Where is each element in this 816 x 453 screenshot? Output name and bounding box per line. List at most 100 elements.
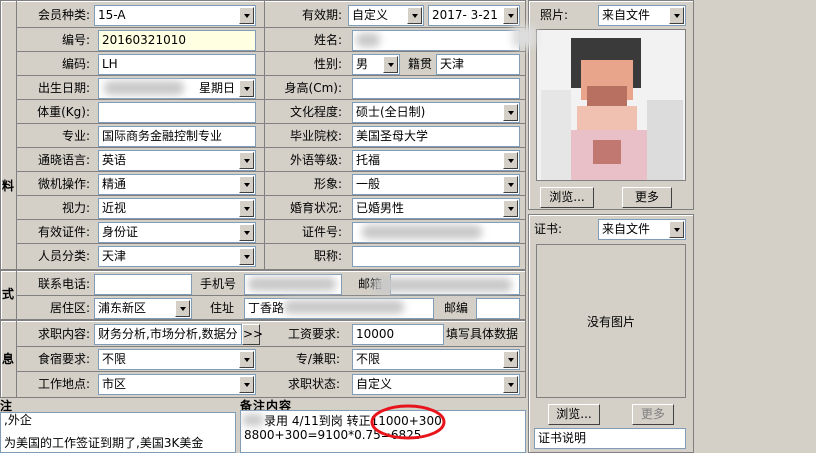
cert-select[interactable]: 身份证: [98, 222, 256, 243]
validity-date-picker[interactable]: 2017- 3-21: [428, 5, 520, 26]
computer-select[interactable]: 精通: [98, 174, 256, 195]
certificate-image: 没有图片: [536, 244, 686, 398]
chevron-down-icon[interactable]: [669, 7, 684, 24]
cert-label: 有效证件:: [37, 225, 90, 239]
address-label: 住址: [210, 301, 235, 315]
location-select[interactable]: 市区: [98, 374, 256, 395]
chevron-down-icon[interactable]: [503, 176, 518, 193]
fulltime-select[interactable]: 不限: [352, 349, 520, 370]
chevron-down-icon[interactable]: [669, 221, 684, 238]
area-label: 居住区:: [49, 301, 90, 315]
chevron-down-icon[interactable]: [239, 7, 254, 24]
category-label: 人员分类:: [37, 249, 90, 263]
name-label: 姓名:: [313, 33, 342, 47]
redacted-blur: [242, 414, 264, 426]
photo-source-select[interactable]: 来自文件: [598, 5, 686, 26]
gender-select[interactable]: 男: [352, 54, 400, 75]
location-label: 工作地点:: [37, 377, 90, 391]
redacted-blur: [512, 26, 536, 48]
appearance-select[interactable]: 一般: [352, 174, 520, 195]
chevron-down-icon[interactable]: [175, 300, 190, 317]
postcode-field[interactable]: [476, 298, 520, 319]
row-sep: [16, 243, 526, 244]
native-field[interactable]: 天津: [436, 54, 520, 75]
chevron-down-icon[interactable]: [407, 7, 422, 24]
redacted-blur: [362, 225, 482, 239]
major-field[interactable]: 国际商务金融控制专业: [98, 126, 256, 147]
vision-select[interactable]: 近视: [98, 198, 256, 219]
certificate-more-button[interactable]: 更多: [632, 404, 674, 425]
certificate-label: 证书:: [534, 222, 563, 236]
validity-type-select[interactable]: 自定义: [348, 5, 424, 26]
section-char-info: 料: [2, 179, 15, 193]
middle-divider: [264, 0, 265, 270]
salary-label: 工资要求:: [287, 327, 340, 341]
chevron-down-icon[interactable]: [503, 376, 518, 393]
redacted-blur: [248, 277, 336, 291]
weight-field[interactable]: [98, 102, 256, 123]
title-field[interactable]: [352, 246, 520, 267]
phone-field[interactable]: [94, 274, 192, 295]
chevron-down-icon[interactable]: [383, 56, 398, 73]
title-label: 职称:: [313, 249, 342, 263]
chevron-down-icon[interactable]: [503, 7, 518, 24]
salary-field[interactable]: 10000: [352, 324, 444, 345]
photo-more-button[interactable]: 更多: [622, 187, 672, 208]
notes-line: ,外企: [4, 413, 32, 427]
status-label: 求职状态:: [287, 377, 340, 391]
notes-line: 为美国的工作签证到期了,美国3K美金: [4, 436, 204, 450]
photo-browse-button[interactable]: 浏览...: [540, 187, 594, 208]
chevron-down-icon[interactable]: [239, 200, 254, 217]
language-label: 通晓语言:: [37, 153, 90, 167]
row-sep: [16, 123, 526, 124]
notes-textarea[interactable]: ,外企 为美国的工作签证到期了,美国3K美金: [0, 412, 236, 453]
certificate-desc-field[interactable]: 证书说明: [534, 428, 686, 449]
status-select[interactable]: 自定义: [352, 374, 520, 395]
code-field[interactable]: LH: [98, 54, 256, 75]
fulltime-label: 专/兼职:: [295, 352, 340, 366]
chevron-down-icon[interactable]: [239, 152, 254, 169]
chevron-down-icon[interactable]: [239, 80, 254, 97]
phone-label: 联系电话:: [37, 277, 90, 291]
id-field[interactable]: 20160321010: [98, 30, 256, 51]
school-label: 毕业院校:: [289, 129, 342, 143]
row-sep: [16, 295, 526, 296]
redacted-blur: [284, 300, 404, 314]
category-select[interactable]: 天津: [98, 246, 256, 267]
section-char-job: 息: [2, 352, 15, 366]
certificate-source-select[interactable]: 来自文件: [598, 219, 686, 240]
area-select[interactable]: 浦东新区: [94, 298, 192, 319]
chevron-down-icon[interactable]: [239, 176, 254, 193]
left-divider: [16, 0, 17, 398]
chevron-down-icon[interactable]: [503, 200, 518, 217]
height-label: 身高(Cm):: [284, 81, 342, 95]
language-select[interactable]: 英语: [98, 150, 256, 171]
chevron-down-icon[interactable]: [503, 152, 518, 169]
chevron-down-icon[interactable]: [239, 224, 254, 241]
gender-label: 性别:: [313, 57, 342, 71]
chevron-down-icon[interactable]: [503, 351, 518, 368]
weight-label: 体重(Kg):: [37, 105, 90, 119]
education-select[interactable]: 硕士(全日制): [352, 102, 520, 123]
board-select[interactable]: 不限: [98, 349, 256, 370]
chevron-down-icon[interactable]: [239, 351, 254, 368]
computer-label: 微机操作:: [37, 177, 90, 191]
foreign-level-select[interactable]: 托福: [352, 150, 520, 171]
photo-image: [536, 29, 686, 181]
member-type-select[interactable]: 15-A: [94, 5, 256, 26]
school-field[interactable]: 美国圣母大学: [352, 126, 520, 147]
job-content-more-button[interactable]: >>: [242, 324, 263, 345]
job-content-label: 求职内容:: [37, 327, 90, 341]
vision-label: 视力:: [61, 201, 90, 215]
chevron-down-icon[interactable]: [503, 104, 518, 121]
row-sep: [16, 51, 526, 52]
chevron-down-icon[interactable]: [239, 376, 254, 393]
chevron-down-icon[interactable]: [239, 248, 254, 265]
marital-select[interactable]: 已婚男性: [352, 198, 520, 219]
job-content-field[interactable]: 财务分析,市场分析,数据分: [94, 324, 242, 345]
id-label: 编号:: [61, 33, 90, 47]
height-field[interactable]: [352, 78, 520, 99]
certificate-browse-button[interactable]: 浏览...: [548, 404, 600, 425]
redacted-blur: [356, 33, 380, 47]
row-sep: [16, 219, 526, 220]
